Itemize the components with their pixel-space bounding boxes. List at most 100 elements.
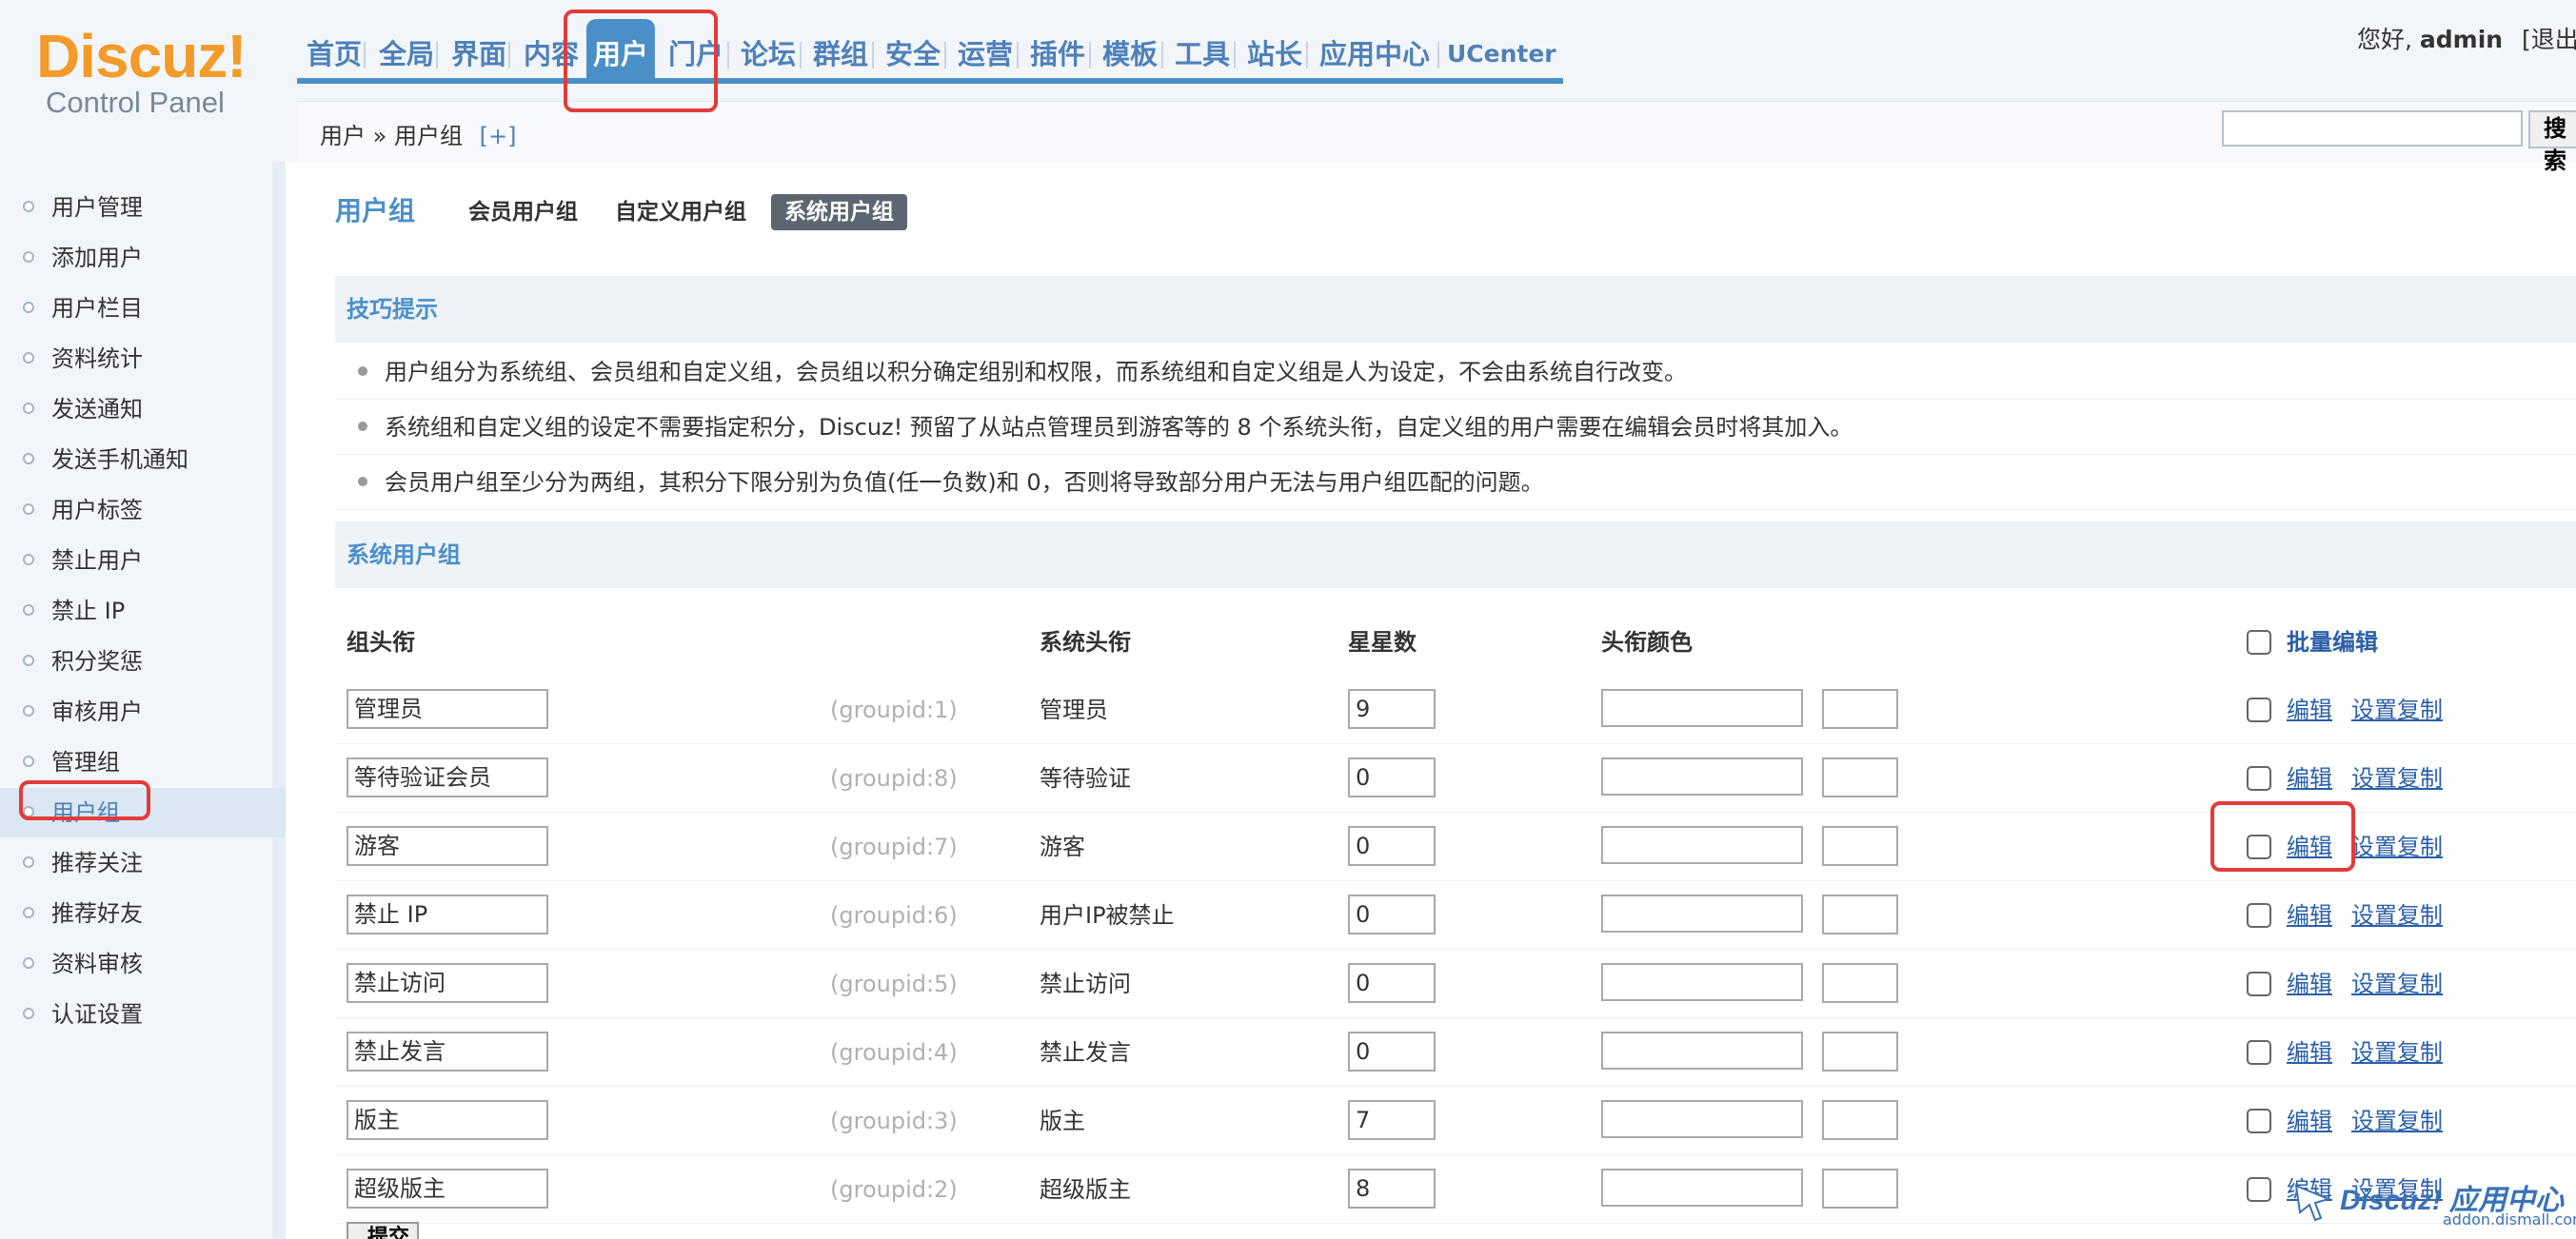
- sidebar-item-ban-ip[interactable]: 禁止 IP: [0, 586, 286, 636]
- tab-member-groups[interactable]: 会员用户组: [468, 194, 578, 230]
- stars-input[interactable]: 0: [1348, 1032, 1436, 1072]
- color-picker-swatch[interactable]: [1822, 689, 1898, 729]
- bullet-icon: [23, 403, 34, 414]
- stars-input[interactable]: 0: [1348, 757, 1436, 797]
- nav-templates[interactable]: 模板: [1102, 30, 1158, 78]
- sidebar-item-send-sms[interactable]: 发送手机通知: [0, 435, 286, 484]
- row-checkbox[interactable]: [2247, 972, 2271, 996]
- logout-link[interactable]: [退出]: [2522, 26, 2576, 53]
- edit-link[interactable]: 编辑: [2287, 1018, 2332, 1087]
- bullet-icon: [23, 907, 34, 918]
- sidebar-item-label: 用户标签: [51, 497, 143, 523]
- add-shortcut-link[interactable]: [+]: [480, 123, 517, 149]
- batch-edit-label[interactable]: 批量编辑: [2287, 609, 2378, 676]
- nav-separator: [1234, 42, 1236, 69]
- stars-input[interactable]: 8: [1348, 1169, 1436, 1209]
- search-input[interactable]: [2222, 110, 2523, 147]
- nav-group[interactable]: 群组: [813, 30, 868, 78]
- row-checkbox[interactable]: [2247, 903, 2271, 928]
- edit-link[interactable]: 编辑: [2287, 950, 2332, 1018]
- title-color-input[interactable]: [1601, 963, 1803, 1001]
- sidebar-item-recommend-friends[interactable]: 推荐好友: [0, 889, 286, 938]
- tab-custom-groups[interactable]: 自定义用户组: [615, 194, 746, 230]
- sidebar-item-user-manage[interactable]: 用户管理: [0, 183, 286, 232]
- nav-home[interactable]: 首页: [307, 30, 362, 78]
- sidebar-item-profile-review[interactable]: 资料审核: [0, 939, 286, 989]
- row-checkbox[interactable]: [2247, 698, 2271, 722]
- sidebar-item-add-user[interactable]: 添加用户: [0, 233, 286, 283]
- nav-security[interactable]: 安全: [885, 30, 941, 78]
- color-picker-swatch[interactable]: [1822, 895, 1898, 934]
- sidebar-item-verify-settings[interactable]: 认证设置: [0, 990, 286, 1039]
- row-checkbox[interactable]: [2247, 1177, 2271, 1202]
- sidebar-item-user-tags[interactable]: 用户标签: [0, 485, 286, 535]
- title-color-input[interactable]: [1601, 1100, 1803, 1138]
- search-button[interactable]: 搜索: [2528, 110, 2576, 174]
- color-picker-swatch[interactable]: [1822, 757, 1898, 797]
- copy-settings-link[interactable]: 设置复制: [2351, 881, 2443, 950]
- batch-edit-checkbox[interactable]: [2247, 630, 2271, 655]
- bullet-icon: [23, 1008, 34, 1019]
- title-color-input[interactable]: [1601, 757, 1803, 796]
- group-id: (groupid:6): [830, 902, 958, 929]
- submit-button[interactable]: 提交: [347, 1222, 419, 1239]
- nav-ucenter[interactable]: UCenter: [1447, 30, 1556, 78]
- title-color-input[interactable]: [1601, 689, 1803, 727]
- row-checkbox[interactable]: [2247, 1040, 2271, 1065]
- title-color-input[interactable]: [1601, 895, 1803, 933]
- group-title-input[interactable]: 超级版主: [347, 1169, 548, 1209]
- nav-global[interactable]: 全局: [379, 30, 434, 78]
- nav-operations[interactable]: 运营: [958, 30, 1013, 78]
- title-color-input[interactable]: [1601, 1032, 1803, 1070]
- copy-settings-link[interactable]: 设置复制: [2351, 813, 2443, 881]
- sidebar-item-recommend-follow[interactable]: 推荐关注: [0, 838, 286, 888]
- sidebar-item-send-notice[interactable]: 发送通知: [0, 384, 286, 434]
- sidebar-item-moderate-users[interactable]: 审核用户: [0, 687, 286, 737]
- color-picker-swatch[interactable]: [1822, 1169, 1898, 1209]
- group-title-input[interactable]: 管理员: [347, 689, 548, 729]
- edit-link[interactable]: 编辑: [2287, 1087, 2332, 1155]
- stars-input[interactable]: 0: [1348, 895, 1436, 934]
- sidebar-item-user-fields[interactable]: 用户栏目: [0, 284, 286, 333]
- system-title: 禁止访问: [1040, 971, 1131, 997]
- group-id: (groupid:2): [830, 1176, 958, 1203]
- group-id: (groupid:3): [830, 1108, 958, 1134]
- sidebar-item-ban-user[interactable]: 禁止用户: [0, 536, 286, 585]
- edit-link[interactable]: 编辑: [2287, 881, 2332, 950]
- arrow-cursor-icon: [2294, 1184, 2332, 1222]
- discuz-logo[interactable]: Discuz! Control Panel: [36, 21, 255, 126]
- nav-plugins[interactable]: 插件: [1030, 30, 1085, 78]
- group-title-input[interactable]: 禁止访问: [347, 963, 548, 1003]
- stars-input[interactable]: 0: [1348, 963, 1436, 1003]
- color-picker-swatch[interactable]: [1822, 1032, 1898, 1072]
- nav-tools[interactable]: 工具: [1175, 30, 1230, 78]
- stars-input[interactable]: 0: [1348, 826, 1436, 866]
- copy-settings-link[interactable]: 设置复制: [2351, 1018, 2443, 1087]
- copy-settings-link[interactable]: 设置复制: [2351, 676, 2443, 744]
- sidebar-item-credits[interactable]: 积分奖惩: [0, 637, 286, 686]
- row-checkbox[interactable]: [2247, 766, 2271, 791]
- sidebar-item-profile-stats[interactable]: 资料统计: [0, 334, 286, 384]
- color-picker-swatch[interactable]: [1822, 826, 1898, 866]
- nav-app-center[interactable]: 应用中心: [1319, 30, 1430, 78]
- group-title-input[interactable]: 版主: [347, 1100, 548, 1140]
- group-title-input[interactable]: 游客: [347, 826, 548, 866]
- group-title-input[interactable]: 禁止发言: [347, 1032, 548, 1072]
- group-title-input[interactable]: 等待验证会员: [347, 757, 548, 797]
- title-color-input[interactable]: [1601, 1169, 1803, 1207]
- color-picker-swatch[interactable]: [1822, 1100, 1898, 1140]
- copy-settings-link[interactable]: 设置复制: [2351, 950, 2443, 1018]
- group-title-input[interactable]: 禁止 IP: [347, 895, 548, 934]
- edit-link[interactable]: 编辑: [2287, 676, 2332, 744]
- nav-webmaster[interactable]: 站长: [1247, 30, 1302, 78]
- stars-input[interactable]: 7: [1348, 1100, 1436, 1140]
- nav-interface[interactable]: 界面: [451, 30, 506, 78]
- row-checkbox[interactable]: [2247, 1109, 2271, 1133]
- color-picker-swatch[interactable]: [1822, 963, 1898, 1003]
- copy-settings-link[interactable]: 设置复制: [2351, 1087, 2443, 1155]
- stars-input[interactable]: 9: [1348, 689, 1436, 729]
- title-color-input[interactable]: [1601, 826, 1803, 864]
- copy-settings-link[interactable]: 设置复制: [2351, 744, 2443, 813]
- tab-system-groups[interactable]: 系统用户组: [771, 194, 907, 230]
- nav-forum[interactable]: 论坛: [741, 30, 796, 78]
